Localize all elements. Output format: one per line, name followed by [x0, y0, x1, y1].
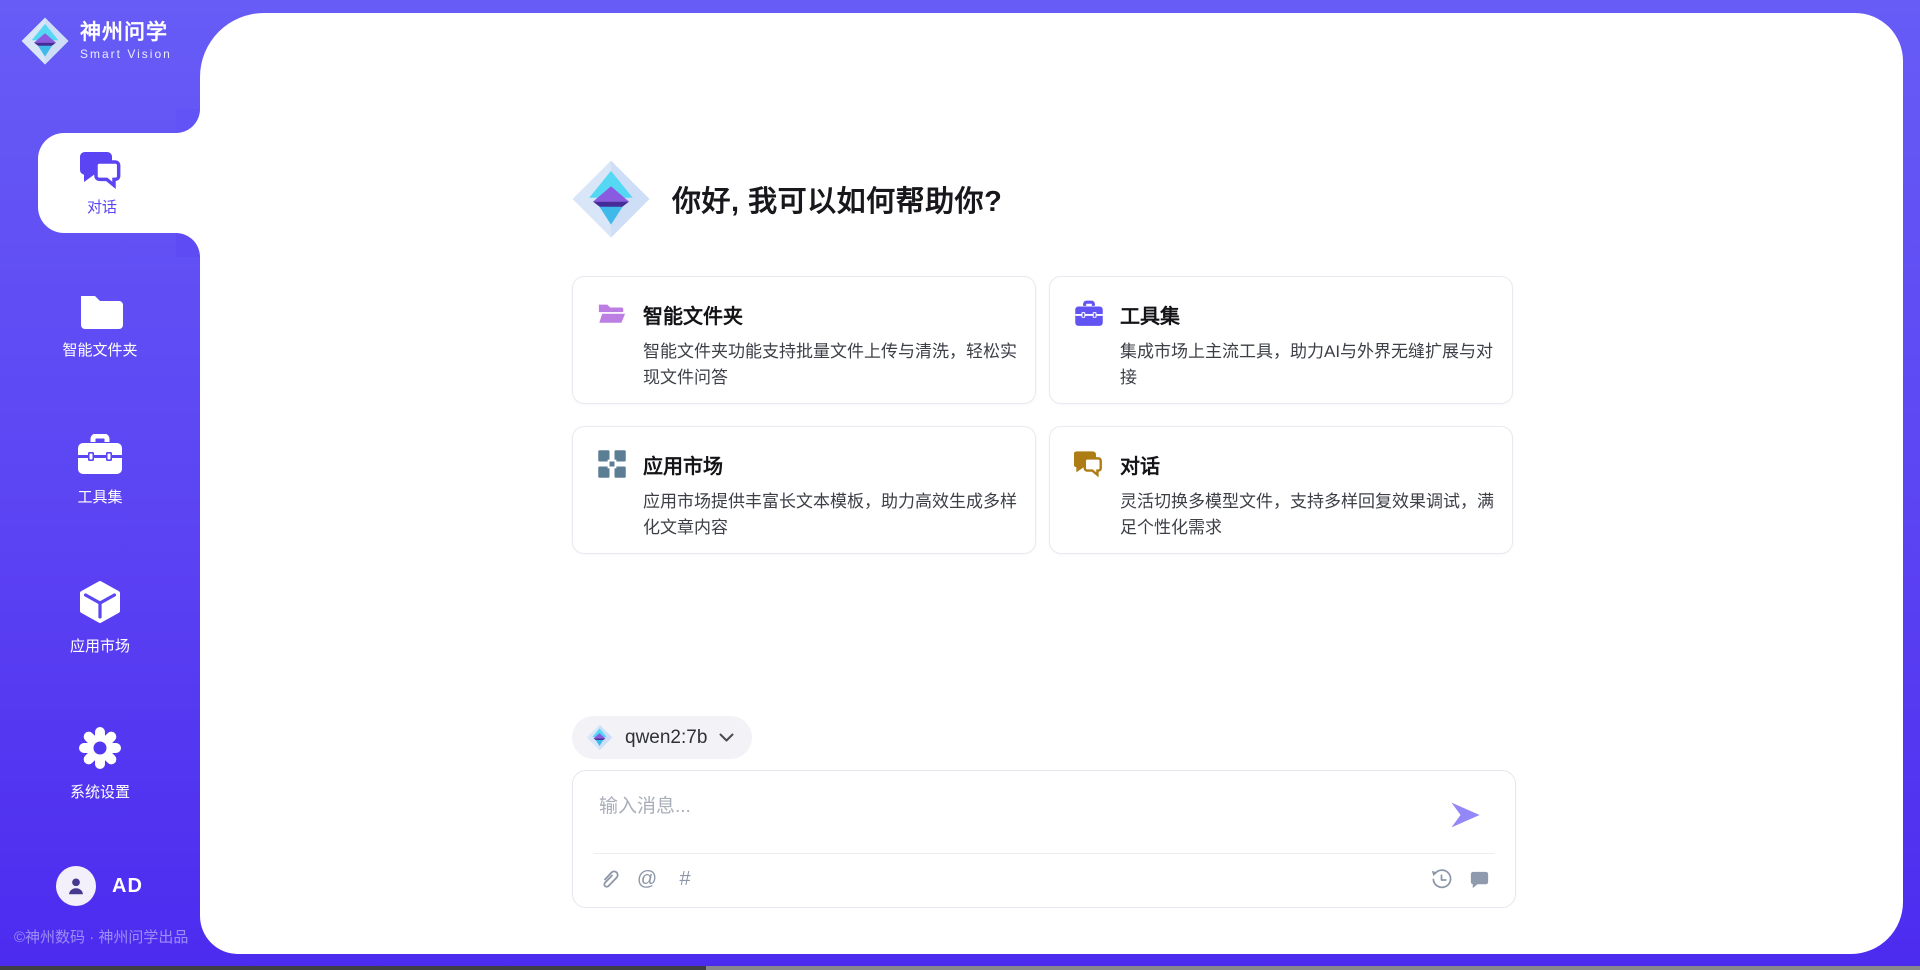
attachment-icon[interactable] — [597, 867, 621, 891]
mention-icon[interactable]: @ — [635, 867, 659, 891]
card-title: 应用市场 — [643, 450, 723, 479]
composer-toolbar: @ # — [597, 867, 1491, 891]
user-profile[interactable]: AD — [56, 866, 143, 906]
sidebar-item-label: 对话 — [87, 196, 117, 217]
card-app-market[interactable]: 应用市场 应用市场提供丰富长文本模板，助力高效生成多样化文章内容 — [572, 426, 1036, 554]
sidebar-item-chat[interactable]: .cb-front{fill:#ffffff;} 对话 — [38, 133, 200, 233]
send-button[interactable] — [1447, 797, 1483, 833]
folder-open-icon — [597, 299, 627, 329]
tab-curve-top — [176, 109, 200, 133]
sidebar-item-label: 应用市场 — [70, 635, 130, 656]
sidebar-item-settings[interactable]: 系统设置 — [0, 708, 200, 818]
gear-icon — [77, 725, 123, 771]
quick-phrase-icon[interactable] — [1467, 867, 1491, 891]
card-title: 智能文件夹 — [643, 300, 743, 329]
chat-bubbles-icon: .cb-front{fill:#ffffff;} — [79, 150, 125, 190]
sidebar-item-toolset[interactable]: 工具集 — [0, 415, 200, 525]
composer-divider — [593, 853, 1495, 854]
model-logo-icon — [586, 724, 613, 751]
toolbox-icon — [76, 434, 124, 476]
sidebar-item-label: 智能文件夹 — [62, 339, 137, 360]
folder-icon — [77, 291, 123, 329]
user-initials: AD — [112, 875, 143, 898]
chat-bubbles-icon — [1074, 449, 1104, 479]
model-selector[interactable]: qwen2:7b — [572, 716, 752, 759]
brand: 神州问学 Smart Vision — [20, 16, 172, 66]
greeting-text: 你好, 我可以如何帮助你? — [672, 178, 1002, 220]
sidebar-item-label: 系统设置 — [70, 781, 130, 802]
message-input[interactable] — [597, 789, 1441, 848]
sidebar: 神州问学 Smart Vision .cb-front{fill:#ffffff… — [0, 0, 200, 970]
card-description: 集成市场上主流工具，助力AI与外界无缝扩展与对接 — [1120, 339, 1504, 390]
card-smart-folder[interactable]: 智能文件夹 智能文件夹功能支持批量文件上传与清洗，轻松实现文件问答 — [572, 276, 1036, 404]
card-description: 灵活切换多模型文件，支持多样回复效果调试，满足个性化需求 — [1120, 489, 1504, 540]
card-chat[interactable]: 对话 灵活切换多模型文件，支持多样回复效果调试，满足个性化需求 — [1049, 426, 1513, 554]
card-toolset[interactable]: 工具集 集成市场上主流工具，助力AI与外界无缝扩展与对接 — [1049, 276, 1513, 404]
sidebar-item-smart-folder[interactable]: 智能文件夹 — [0, 270, 200, 380]
pixel-grid-icon — [597, 449, 627, 479]
brand-name: 神州问学 — [80, 21, 172, 44]
brand-subtitle: Smart Vision — [80, 47, 172, 61]
card-description: 智能文件夹功能支持批量文件上传与清洗，轻松实现文件问答 — [643, 339, 1027, 390]
chevron-down-icon — [719, 733, 734, 743]
send-icon — [1447, 797, 1483, 833]
assistant-logo-icon — [570, 158, 652, 240]
feature-cards: 智能文件夹 智能文件夹功能支持批量文件上传与清洗，轻松实现文件问答 工具集 集成… — [572, 276, 1516, 554]
cube-icon — [77, 579, 123, 625]
card-description: 应用市场提供丰富长文本模板，助力高效生成多样化文章内容 — [643, 489, 1027, 540]
history-icon[interactable] — [1429, 867, 1453, 891]
toolbox-icon — [1074, 299, 1104, 329]
hashtag-icon[interactable]: # — [673, 867, 697, 891]
person-icon — [65, 875, 87, 897]
avatar — [56, 866, 96, 906]
model-name: qwen2:7b — [625, 727, 707, 749]
window-bottom-edge — [0, 966, 1920, 970]
sidebar-item-app-market[interactable]: 应用市场 — [0, 562, 200, 672]
card-title: 对话 — [1120, 450, 1160, 479]
message-composer: @ # — [572, 770, 1516, 908]
sidebar-item-label: 工具集 — [77, 486, 122, 507]
tab-curve-bottom — [176, 233, 200, 257]
brand-logo-icon — [20, 16, 70, 66]
greeting: 你好, 我可以如何帮助你? — [570, 158, 1002, 240]
copyright-footer: ©神州数码 · 神州问学出品 — [14, 926, 188, 947]
card-title: 工具集 — [1120, 300, 1180, 329]
